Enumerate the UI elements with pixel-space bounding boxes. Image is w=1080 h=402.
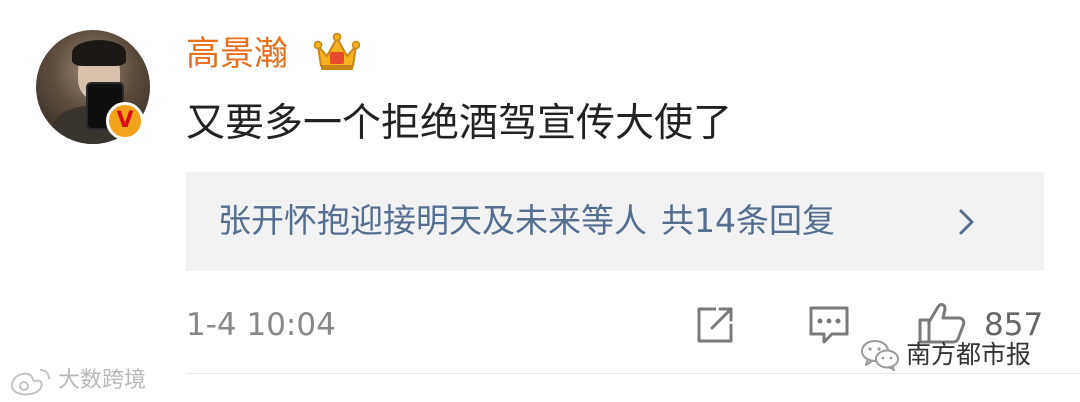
wechat-icon bbox=[861, 340, 899, 371]
watermark-right-text: 南方都市报 bbox=[906, 340, 1032, 369]
watermark-left-text: 大数跨境 bbox=[58, 368, 147, 393]
chevron-right-icon bbox=[959, 209, 974, 235]
comment-time: 1-4 10:04 bbox=[186, 307, 336, 343]
divider bbox=[186, 373, 1080, 374]
watermark-left: 大数跨境 bbox=[8, 364, 146, 398]
reply-users: 张开怀抱迎接明天及未来等人 bbox=[218, 201, 647, 240]
weibo-watermark-logo bbox=[10, 369, 50, 396]
share-icon[interactable] bbox=[694, 304, 736, 346]
verified-v-icon: V bbox=[106, 102, 144, 140]
reply-preview-text: 张开怀抱迎接明天及未来等人 共14条回复 bbox=[218, 201, 835, 241]
crown-icon bbox=[314, 32, 360, 70]
username[interactable]: 高景瀚 bbox=[186, 34, 288, 74]
comment-icon[interactable] bbox=[806, 303, 852, 347]
avatar-hair-shape bbox=[72, 40, 126, 66]
comment-text: 又要多一个拒绝酒驾宣传大使了 bbox=[186, 101, 733, 146]
reply-count: 共14条回复 bbox=[661, 201, 835, 240]
watermark-right: 南方都市报 bbox=[860, 337, 1031, 373]
reply-preview[interactable]: 张开怀抱迎接明天及未来等人 共14条回复 bbox=[186, 172, 1044, 271]
